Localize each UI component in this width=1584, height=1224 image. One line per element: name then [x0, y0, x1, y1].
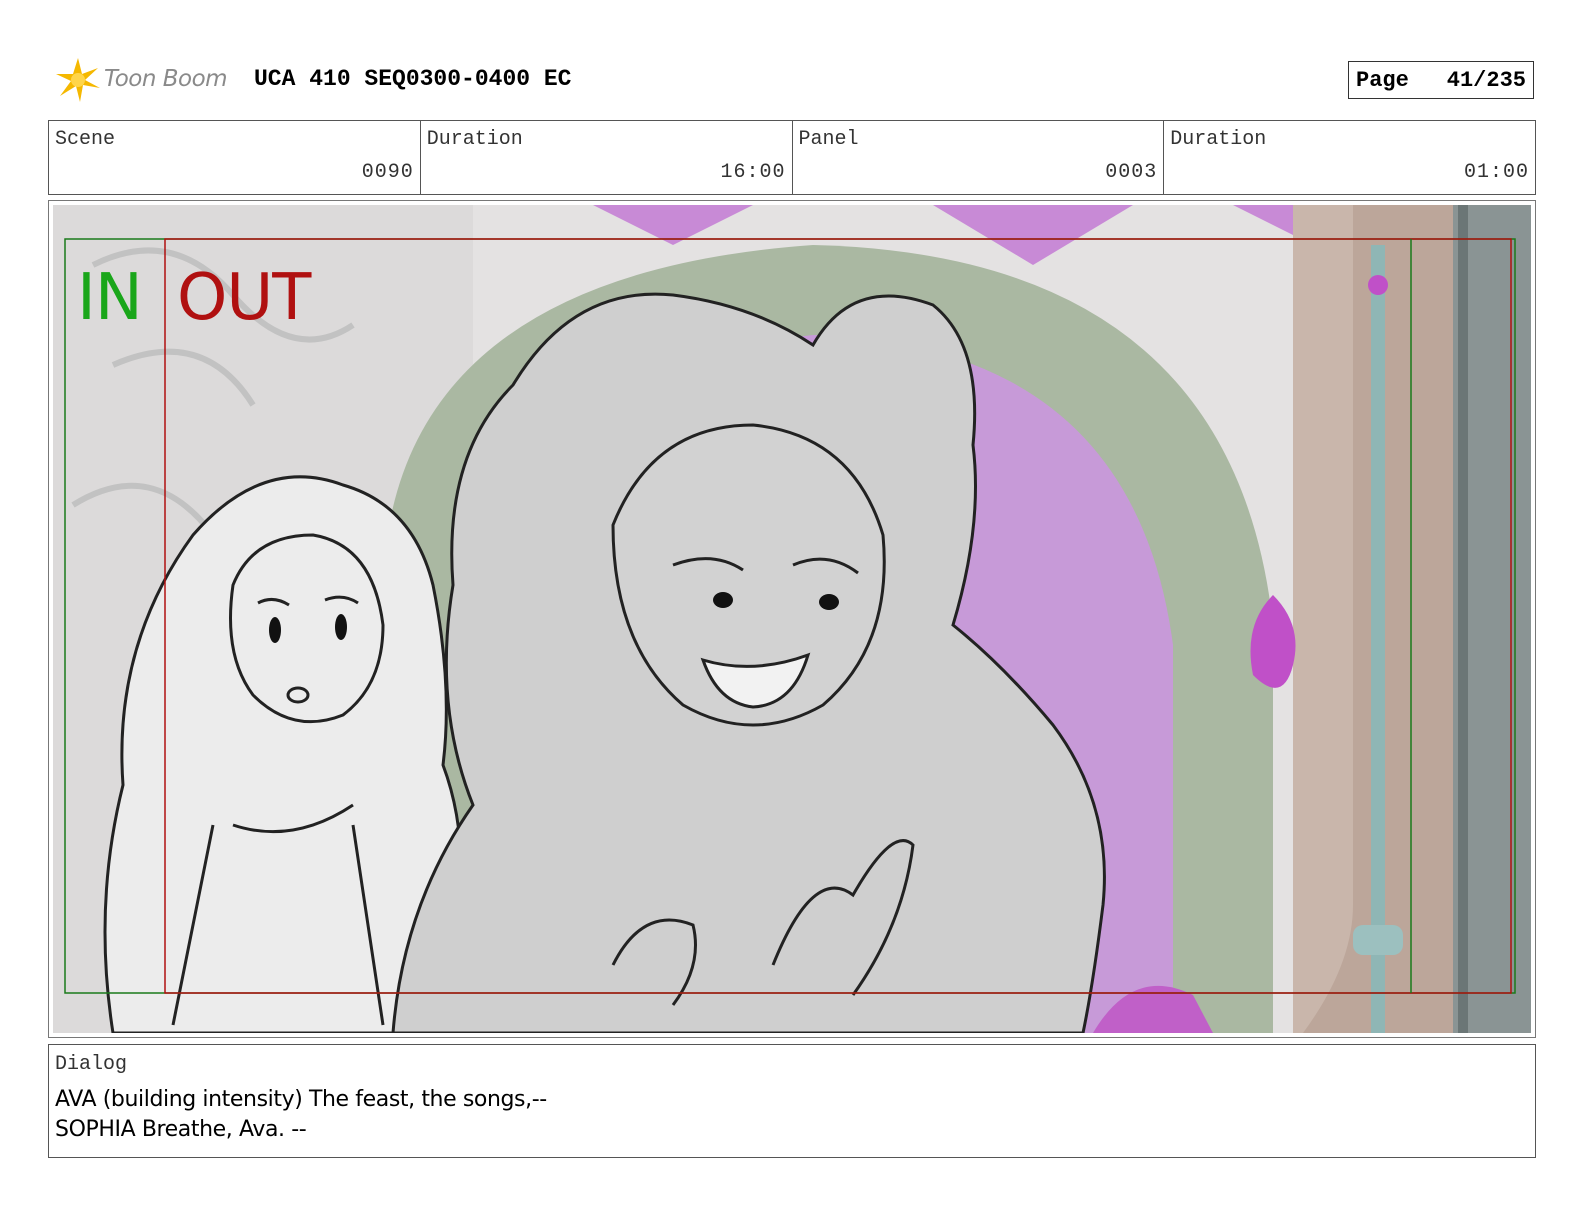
dialog-line: SOPHIA Breathe, Ava. --: [55, 1117, 307, 1142]
starburst-icon: [56, 58, 100, 102]
logo-text: Toon Boom: [104, 66, 228, 92]
page-number: 41/235: [1446, 67, 1526, 93]
panel-label: Panel: [798, 128, 859, 151]
scene-value: 0090: [361, 161, 414, 184]
dialog-label: Dialog: [55, 1053, 128, 1076]
scene-label: Scene: [55, 128, 116, 151]
page-label: Page: [1356, 67, 1409, 93]
panel-duration-value: 01:00: [1463, 161, 1529, 184]
document-title: UCA 410 SEQ0300-0400 EC: [254, 66, 572, 92]
panel-info-table: Scene 0090 Duration 16:00 Panel 0003 Dur…: [48, 120, 1536, 195]
panel-value: 0003: [1105, 161, 1158, 184]
out-marker: OUT: [177, 261, 311, 335]
in-marker: IN: [77, 261, 143, 335]
panel-duration-cell: Duration 01:00: [1164, 121, 1535, 194]
page-indicator: Page 41/235: [1348, 61, 1534, 99]
panel-duration-label: Duration: [1170, 128, 1267, 151]
panel-cell: Panel 0003: [793, 121, 1165, 194]
toon-boom-logo: Toon Boom: [52, 54, 242, 108]
scene-duration-cell: Duration 16:00: [421, 121, 793, 194]
page-header: Toon Boom UCA 410 SEQ0300-0400 EC Page 4…: [0, 0, 1584, 118]
scene-duration-value: 16:00: [720, 161, 786, 184]
scene-duration-label: Duration: [426, 128, 523, 151]
scene-cell: Scene 0090: [49, 121, 421, 194]
storyboard-panel: IN OUT: [48, 200, 1536, 1038]
dialog-box: Dialog AVA (building intensity) The feas…: [48, 1044, 1536, 1158]
dialog-line: AVA (building intensity) The feast, the …: [55, 1087, 547, 1112]
